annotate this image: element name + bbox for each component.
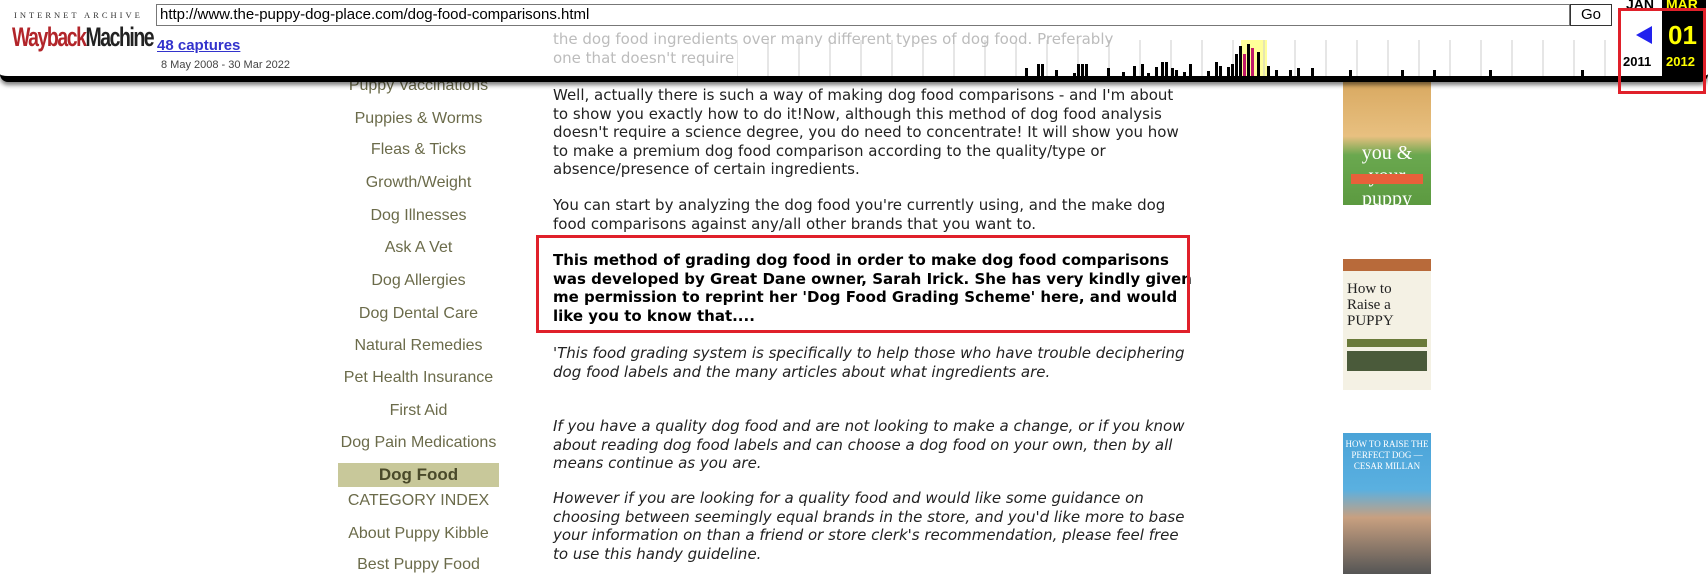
capture-bar	[1165, 62, 1168, 76]
paragraph-quality: If you have a quality dog food and are n…	[553, 417, 1185, 472]
capture-bar	[1311, 68, 1314, 76]
capture-bar	[1041, 64, 1044, 76]
sidebar-item[interactable]: First Aid	[318, 402, 519, 420]
sidebar-item[interactable]: Puppies & Worms	[318, 110, 519, 128]
capture-bar	[1227, 67, 1230, 76]
capture-bar	[1183, 72, 1186, 76]
wayback-toolbar: INTERNET ARCHIVE WaybackMachine Go 48 ca…	[0, 0, 1708, 82]
capture-bar	[1231, 64, 1234, 76]
book-cover-you-and-your-puppy[interactable]: you & your puppy	[1343, 80, 1431, 210]
capture-bar	[1401, 70, 1404, 76]
capture-bar	[1055, 70, 1058, 76]
sidebar-item[interactable]: Natural Remedies	[318, 337, 519, 355]
url-input[interactable]	[156, 4, 1570, 26]
capture-bar	[1215, 62, 1218, 76]
capture-bar	[1239, 46, 1242, 76]
capture-bar	[1289, 70, 1292, 76]
capture-bar	[1133, 66, 1136, 76]
capture-bar	[1297, 68, 1300, 76]
capture-bar	[1107, 68, 1110, 76]
sidebar-item[interactable]: CATEGORY INDEX	[318, 492, 519, 510]
internet-archive-label: INTERNET ARCHIVE	[14, 10, 143, 20]
capture-bar	[1037, 64, 1040, 76]
sidebar-item[interactable]: Dog Dental Care	[318, 305, 519, 323]
sidebar-item[interactable]: Ask A Vet	[318, 239, 519, 257]
highlight-box-credit	[536, 235, 1190, 333]
capture-bar	[1189, 64, 1192, 76]
book-cover-how-to-raise-a-puppy[interactable]: How to Raise a PUPPY	[1343, 259, 1431, 390]
capture-bar	[1175, 70, 1178, 76]
capture-bar	[1077, 64, 1080, 76]
book-photos	[1347, 351, 1427, 371]
capture-bar	[1433, 70, 1436, 76]
capture-bar	[1581, 70, 1584, 76]
capture-bar	[1081, 64, 1084, 76]
capture-bar	[1275, 70, 1278, 76]
capture-bar	[1243, 54, 1246, 76]
capture-bar	[1147, 73, 1150, 76]
capture-bar	[1257, 52, 1260, 76]
capture-bar	[1247, 44, 1250, 76]
capture-bar	[1267, 66, 1270, 76]
capture-bar	[1161, 62, 1164, 76]
capture-bar	[1171, 68, 1174, 76]
capture-bar	[1489, 70, 1492, 76]
sidebar-item[interactable]: Dog Illnesses	[318, 207, 519, 225]
capture-histogram[interactable]	[737, 40, 1607, 76]
logo-wayback: Wayback	[12, 22, 87, 52]
paragraph-intro: Well, actually there is such a way of ma…	[553, 86, 1179, 178]
captures-link[interactable]: 48 captures	[157, 37, 240, 54]
paragraph-guidance: However if you are looking for a quality…	[553, 489, 1185, 563]
sidebar-item[interactable]: About Puppy Kibble	[318, 525, 519, 543]
sidebar-item[interactable]: Fleas & Ticks	[318, 141, 519, 159]
capture-bar	[1025, 68, 1028, 76]
capture-bar	[1122, 72, 1125, 76]
capture-bar	[1073, 73, 1076, 76]
sidebar-item[interactable]: Dog Allergies	[318, 272, 519, 290]
sidebar-item[interactable]: Dog Pain Medications	[318, 434, 519, 452]
capture-bar	[1235, 54, 1238, 76]
paragraph-start: You can start by analyzing the dog food …	[553, 196, 1166, 233]
logo-machine: Machine	[85, 22, 154, 52]
sidebar-item[interactable]: Best Puppy Food	[318, 556, 519, 574]
highlight-box-calendar	[1618, 8, 1706, 94]
capture-bar	[1085, 64, 1088, 76]
book-banner	[1347, 339, 1427, 347]
capture-date-range: 8 May 2008 - 30 Mar 2022	[161, 59, 291, 71]
capture-bar	[1155, 67, 1158, 76]
go-button[interactable]: Go	[1570, 4, 1612, 26]
capture-bar	[1141, 64, 1144, 76]
book-banner	[1351, 174, 1423, 184]
capture-bar	[1349, 70, 1352, 76]
sidebar-item-active[interactable]: Dog Food	[338, 463, 499, 487]
book-title: HOW TO RAISE THE PERFECT DOG — CESAR MIL…	[1345, 439, 1429, 471]
book-title: How to Raise a PUPPY	[1347, 281, 1394, 329]
sidebar-item[interactable]: Growth/Weight	[318, 174, 519, 192]
wayback-logo[interactable]: WaybackMachine	[12, 22, 155, 53]
capture-bar	[1219, 66, 1222, 76]
sidebar-item[interactable]: Pet Health Insurance	[318, 369, 519, 387]
capture-bar	[1251, 48, 1254, 76]
paragraph-quote: 'This food grading system is specificall…	[553, 344, 1185, 381]
capture-bar	[1207, 71, 1210, 76]
book-cover-perfect-dog[interactable]: HOW TO RAISE THE PERFECT DOG — CESAR MIL…	[1343, 433, 1431, 574]
